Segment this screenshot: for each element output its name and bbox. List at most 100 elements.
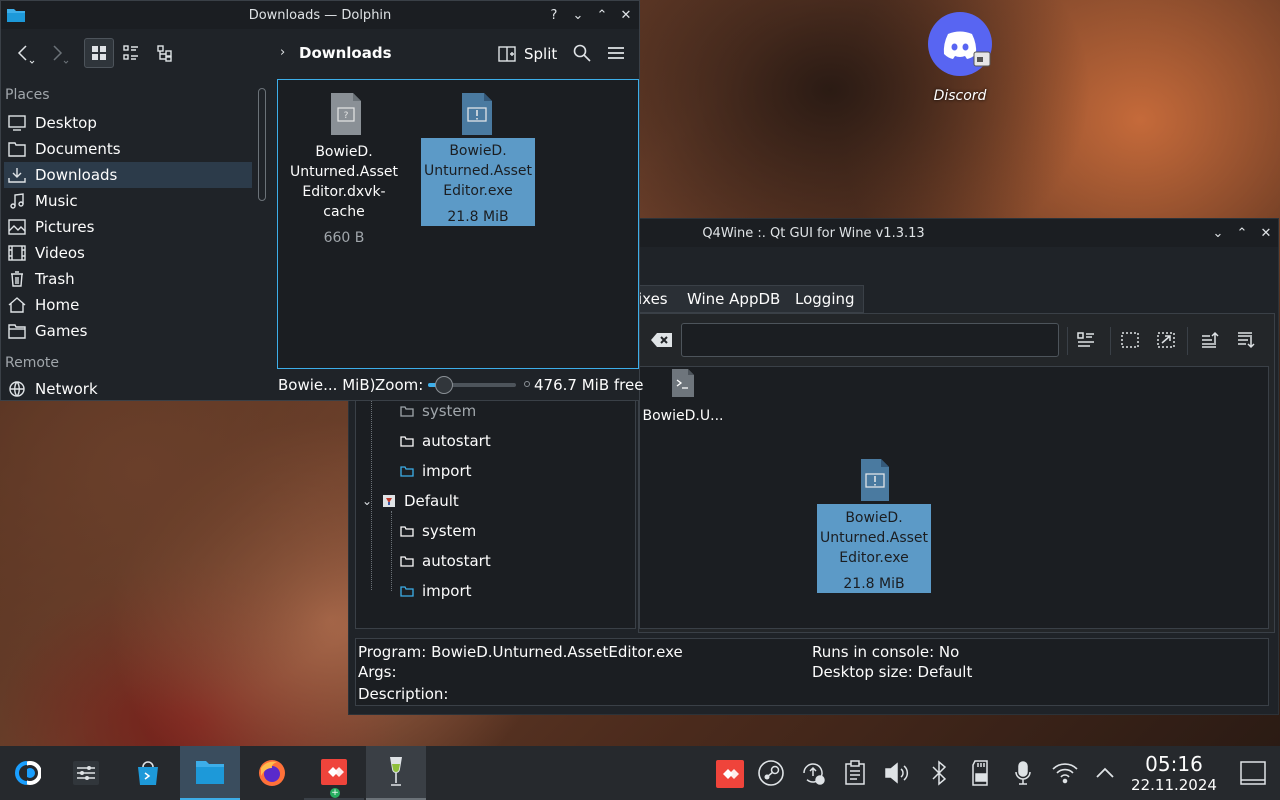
tab-logging[interactable]: Logging [795,285,855,313]
sidebar-item-music[interactable]: Music [4,188,252,214]
tree-item-default[interactable]: ⌄ Default [360,490,459,512]
tab-wine-appdb[interactable]: Wine AppDB [687,285,780,313]
tree-item-system[interactable]: system [400,520,476,542]
shrink-icon [1157,332,1175,348]
tree-item-import[interactable]: import [400,460,472,482]
search-button[interactable] [573,44,593,64]
tree-item-label: import [422,582,472,600]
grid-view-icon [92,46,106,60]
sidebar-item-videos[interactable]: Videos [4,240,252,266]
terminal-file-icon [672,369,694,397]
clear-search-button[interactable] [650,331,674,349]
info-desktop-size: Desktop size: Default [812,663,973,681]
hamburger-menu-icon [608,47,624,59]
exe-file-icon [861,459,889,501]
tree-item-label: autostart [422,552,491,570]
anydesk-task-button[interactable]: + [304,746,364,800]
disk-usage-icon [524,381,530,387]
zoom-slider[interactable] [428,376,516,394]
show-desktop-button[interactable] [1238,758,1268,788]
sidebar-item-network[interactable]: Network [4,378,252,400]
icons-view-button[interactable] [84,38,114,68]
update-icon [803,763,825,785]
app-launcher-button[interactable] [0,746,56,800]
tray-expand-button[interactable] [1090,758,1120,788]
file-name-line: Editor.exe [443,183,513,199]
tree-item-system[interactable]: system [400,400,476,422]
search-icon [573,44,591,62]
backspace-icon [651,333,672,347]
sidebar-item-documents[interactable]: Documents [4,136,252,162]
program-icon-terminal[interactable]: BowieD.U... [640,368,726,424]
anydesk-icon [716,760,744,788]
tray-microphone[interactable] [1008,758,1038,788]
zoom-out-button[interactable] [1156,331,1176,349]
breadcrumb-downloads[interactable]: Downloads [299,44,392,62]
back-button[interactable] [12,40,36,68]
program-icons-area [639,366,1269,629]
chevron-down-icon: ⌄ [361,494,373,508]
documents-icon [8,140,26,158]
minimize-button[interactable]: ⌄ [568,5,588,25]
program-icon-asset-editor[interactable]: BowieD. Unturned.Asset Editor.exe 21.8 M… [817,504,931,593]
tree-item-import[interactable]: import [400,580,472,602]
close-button[interactable]: ✕ [1256,223,1276,243]
music-icon [8,192,26,210]
store-bag-icon [138,761,158,785]
close-button[interactable]: ✕ [616,5,636,25]
tree-item-autostart[interactable]: autostart [400,430,491,452]
tray-steam[interactable] [756,758,786,788]
desktop-icon [8,114,26,132]
games-folder-icon [8,322,26,340]
system-settings-button[interactable] [58,746,114,800]
firefox-button[interactable] [242,746,302,800]
details-view-button[interactable] [156,44,176,62]
help-button[interactable]: ? [544,5,564,25]
sort-descending-button[interactable] [1236,331,1256,349]
zoom-in-button[interactable] [1120,331,1140,349]
tree-view-icon [157,45,172,62]
q4wine-task-button[interactable] [366,746,426,800]
compact-view-button[interactable] [122,44,142,62]
maximize-button[interactable]: ⌃ [592,5,612,25]
sidebar-item-pictures[interactable]: Pictures [4,214,252,240]
tray-wifi[interactable] [1050,758,1080,788]
clock[interactable]: 05:16 22.11.2024 [1126,752,1222,794]
sidebar-item-downloads[interactable]: Downloads [4,162,252,188]
sidebar-item-label: Games [35,322,88,340]
tree-item-autostart[interactable]: autostart [400,550,491,572]
sidebar-item-games[interactable]: Games [4,318,252,344]
sidebar-item-home[interactable]: Home [4,292,252,318]
view-details-button[interactable] [1076,331,1096,349]
sidebar-scrollbar[interactable] [258,88,266,201]
import-folder-icon [400,584,414,598]
tray-clipboard[interactable] [840,758,870,788]
menu-button[interactable] [607,44,627,64]
tray-volume[interactable] [882,758,912,788]
sort-ascending-button[interactable] [1200,331,1220,349]
status-selection: Bowie... MiB) [278,376,376,394]
maximize-button[interactable]: ⌃ [1232,223,1252,243]
dolphin-task-button[interactable] [180,746,240,800]
file-item-asset-editor-exe[interactable]: BowieD. Unturned.Asset Editor.exe 21.8 M… [421,138,535,226]
settings-sliders-icon [73,761,99,785]
sidebar-item-trash[interactable]: Trash [4,266,252,292]
discover-button[interactable] [118,746,178,800]
tray-anydesk[interactable] [714,758,746,790]
sidebar-item-desktop[interactable]: Desktop [4,110,252,136]
tray-update[interactable] [798,758,828,788]
split-button[interactable]: Split [498,42,557,66]
zoom-slider-handle[interactable] [435,376,453,394]
dolphin-app-icon [7,8,25,26]
tray-sdcard[interactable] [966,758,996,788]
minimize-button[interactable]: ⌄ [1208,223,1228,243]
tray-bluetooth[interactable] [924,758,954,788]
forward-button[interactable] [46,40,70,68]
sort-descending-icon [1238,332,1255,349]
discord-icon [928,12,992,76]
file-item-dxvk-cache[interactable]: BowieD. Unturned.Asset Editor.dxvk-cache… [287,142,401,246]
search-input[interactable] [681,323,1059,357]
desktop-icon-discord[interactable]: Discord [920,12,1000,104]
tab-fixes[interactable]: ixes [638,285,668,313]
dolphin-titlebar[interactable]: Downloads — Dolphin ? ⌄ ⌃ ✕ [1,1,639,29]
